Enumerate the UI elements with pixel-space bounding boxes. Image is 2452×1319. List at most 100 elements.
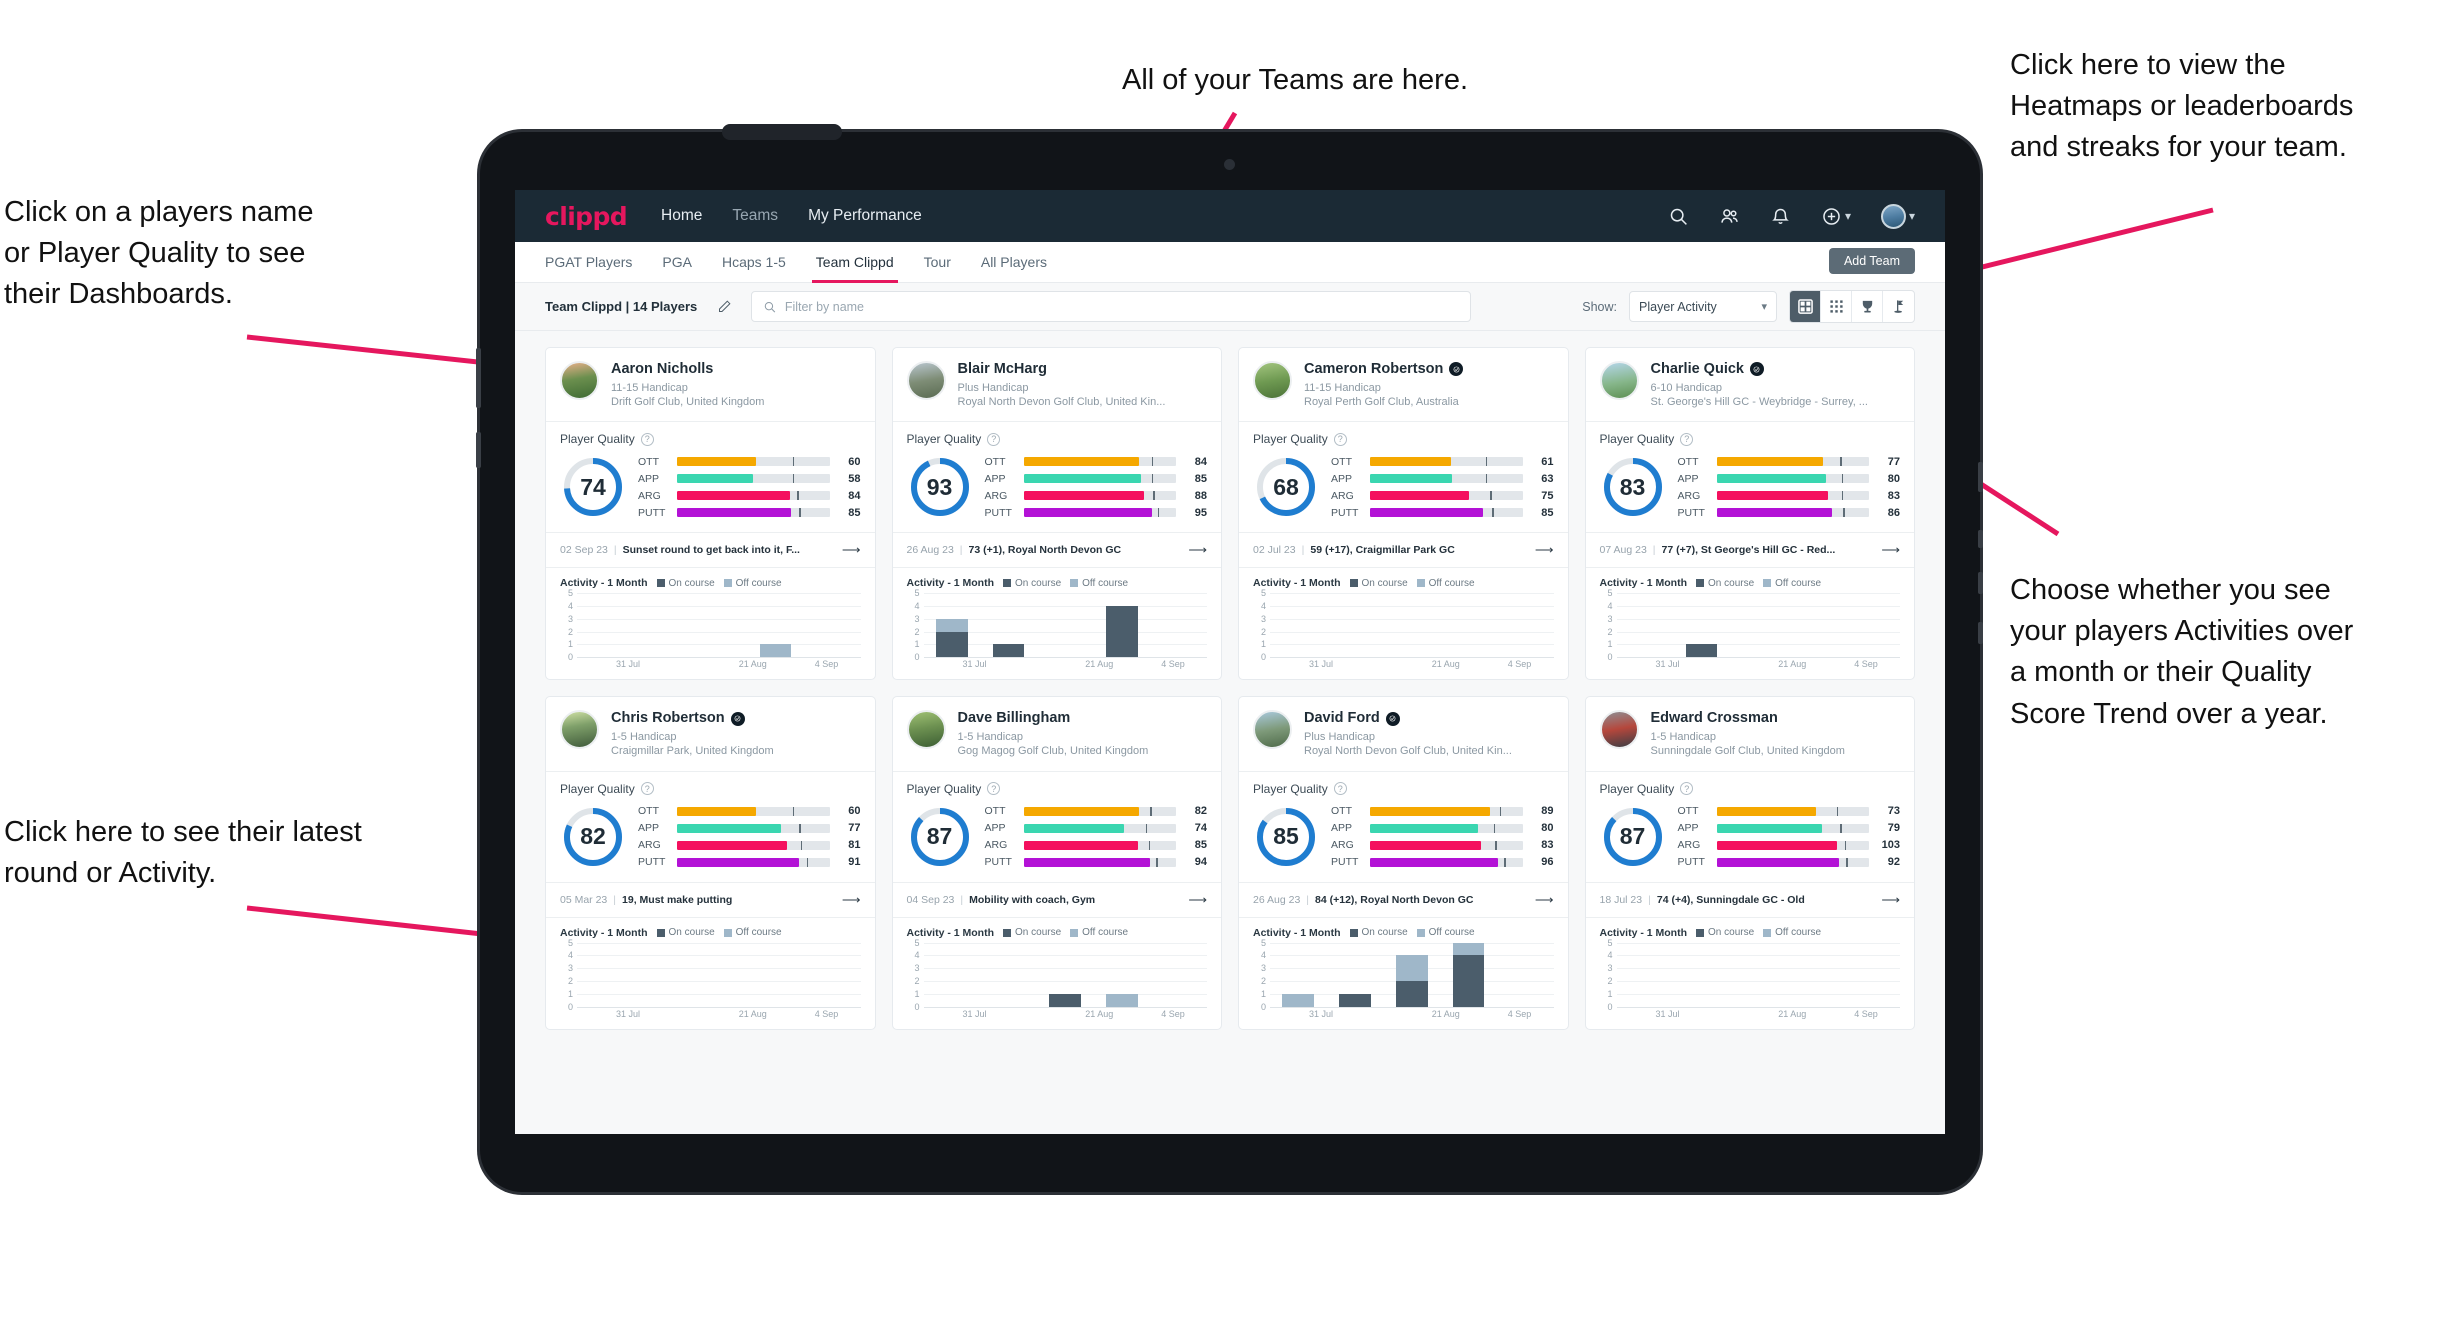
latest-round-row[interactable]: 26 Aug 23 | 84 (+12), Royal North Devon … [1239,881,1568,917]
tab-tour[interactable]: Tour [924,242,951,283]
user-menu[interactable]: ▾ [1880,203,1915,229]
quality-donut[interactable]: 68 [1253,454,1319,520]
player-name-row[interactable]: Cameron Robertson [1304,361,1554,378]
tab-pgat-players[interactable]: PGAT Players [545,242,632,283]
player-name-row[interactable]: Dave Billingham [958,710,1208,727]
nav-link-my-performance[interactable]: My Performance [808,207,922,225]
search-input[interactable] [784,299,1460,314]
plus-circle-icon[interactable] [1821,206,1842,227]
player-name[interactable]: Dave Billingham [958,710,1071,727]
player-avatar[interactable] [1599,361,1639,400]
volume-up-button[interactable] [476,348,481,408]
player-card[interactable]: Aaron Nicholls 11-15 Handicap Drift Golf… [545,347,876,681]
help-icon[interactable]: ? [1680,432,1694,446]
player-card[interactable]: Blair McHarg Plus Handicap Royal North D… [891,347,1222,681]
search-icon[interactable] [1668,206,1689,227]
player-avatar[interactable] [1253,361,1292,400]
player-name[interactable]: Chris Robertson [611,710,725,727]
player-avatar[interactable] [1253,710,1292,750]
player-card[interactable]: Cameron Robertson 11-15 Handicap Royal P… [1238,347,1569,681]
player-name[interactable]: Aaron Nicholls [611,361,713,378]
search-input-wrapper[interactable] [751,291,1472,322]
player-header[interactable]: Edward Crossman 1-5 Handicap Sunningdale… [1586,697,1915,770]
avatar[interactable] [1880,203,1906,229]
player-quality-section[interactable]: Player Quality ? 93 OTT 84 APP 85 ARG 88… [892,421,1221,532]
arrow-right-icon[interactable]: ⟶ [842,542,861,558]
volume-down-button[interactable] [476,432,481,468]
card-view-icon[interactable] [1790,291,1821,322]
player-quality-section[interactable]: Player Quality ? 85 OTT 89 APP 80 ARG 83… [1239,770,1568,882]
tab-all-players[interactable]: All Players [981,242,1047,283]
player-card[interactable]: Charlie Quick 6-10 Handicap St. George's… [1584,347,1915,681]
arrow-right-icon[interactable]: ⟶ [1535,892,1554,908]
people-icon[interactable] [1719,206,1740,227]
player-name-row[interactable]: Edward Crossman [1651,710,1901,727]
nav-link-home[interactable]: Home [661,207,702,225]
help-icon[interactable]: ? [1680,782,1694,796]
player-quality-section[interactable]: Player Quality ? 83 OTT 77 APP 80 ARG 83… [1585,421,1914,532]
player-header[interactable]: Cameron Robertson 11-15 Handicap Royal P… [1239,348,1568,421]
player-header[interactable]: Blair McHarg Plus Handicap Royal North D… [893,348,1222,421]
player-card[interactable]: Edward Crossman 1-5 Handicap Sunningdale… [1584,696,1915,1030]
quality-donut[interactable]: 87 [907,804,973,870]
trophy-icon[interactable] [1852,291,1883,322]
player-name-row[interactable]: Aaron Nicholls [611,361,861,378]
player-card[interactable]: David Ford Plus Handicap Royal North Dev… [1238,696,1569,1030]
arrow-right-icon[interactable]: ⟶ [842,892,861,908]
latest-round-row[interactable]: 26 Aug 23 | 73 (+1), Royal North Devon G… [892,532,1221,567]
bell-icon[interactable] [1770,206,1791,227]
pencil-icon[interactable] [709,292,739,322]
help-icon[interactable]: ? [1333,782,1347,796]
player-name-row[interactable]: Charlie Quick [1651,361,1901,378]
flag-icon[interactable] [1883,291,1914,322]
latest-round-row[interactable]: 05 Mar 23 | 19, Must make putting ⟶ [546,881,875,917]
show-select[interactable]: Player Activity ▾ [1629,291,1777,322]
player-avatar[interactable] [906,361,946,400]
player-card[interactable]: Chris Robertson 1-5 Handicap Craigmillar… [545,696,876,1030]
latest-round-row[interactable]: 18 Jul 23 | 74 (+4), Sunningdale GC - Ol… [1585,881,1914,917]
clippd-logo[interactable]: clippd [545,202,628,231]
player-quality-section[interactable]: Player Quality ? 68 OTT 61 APP 63 ARG 75… [1239,421,1568,532]
player-name[interactable]: Blair McHarg [958,361,1047,378]
player-avatar[interactable] [560,361,599,400]
quality-donut[interactable]: 87 [1600,804,1666,870]
player-name[interactable]: Edward Crossman [1651,710,1778,727]
player-quality-section[interactable]: Player Quality ? 82 OTT 60 APP 77 ARG 81… [546,770,875,882]
help-icon[interactable]: ? [987,432,1001,446]
player-quality-section[interactable]: Player Quality ? 87 OTT [892,770,1221,882]
player-header[interactable]: Charlie Quick 6-10 Handicap St. George's… [1586,348,1915,421]
quality-donut[interactable]: 82 [560,804,626,870]
player-avatar[interactable] [1599,710,1639,750]
tab-hcaps-1-5[interactable]: Hcaps 1-5 [722,242,786,283]
help-icon[interactable]: ? [1333,432,1347,446]
player-quality-section[interactable]: Player Quality ? 74 OTT 60 APP 58 ARG 84… [546,421,875,532]
player-name-row[interactable]: David Ford [1304,710,1554,727]
latest-round-row[interactable]: 02 Jul 23 | 59 (+17), Craigmillar Park G… [1239,532,1568,567]
player-avatar[interactable] [906,710,946,750]
arrow-right-icon[interactable]: ⟶ [1188,542,1207,558]
grid-view-icon[interactable] [1821,291,1852,322]
quality-donut[interactable]: 85 [1253,804,1319,870]
nav-link-teams[interactable]: Teams [732,207,778,225]
player-name[interactable]: David Ford [1304,710,1380,727]
arrow-right-icon[interactable]: ⟶ [1881,892,1900,908]
arrow-right-icon[interactable]: ⟶ [1188,892,1207,908]
player-header[interactable]: Dave Billingham 1-5 Handicap Gog Magog G… [893,697,1222,770]
arrow-right-icon[interactable]: ⟶ [1535,542,1554,558]
player-quality-section[interactable]: Player Quality ? 87 OTT [1585,770,1914,882]
latest-round-row[interactable]: 04 Sep 23 | Mobility with coach, Gym ⟶ [892,881,1221,917]
quality-donut[interactable]: 93 [907,454,973,520]
player-avatar[interactable] [560,710,599,750]
help-icon[interactable]: ? [640,432,654,446]
latest-round-row[interactable]: 07 Aug 23 | 77 (+7), St George's Hill GC… [1585,532,1914,567]
latest-round-row[interactable]: 02 Sep 23 | Sunset round to get back int… [546,532,875,567]
player-name[interactable]: Charlie Quick [1651,361,1744,378]
player-header[interactable]: Chris Robertson 1-5 Handicap Craigmillar… [546,697,875,770]
player-card[interactable]: Dave Billingham 1-5 Handicap Gog Magog G… [891,696,1222,1030]
arrow-right-icon[interactable]: ⟶ [1881,542,1900,558]
quality-donut[interactable]: 74 [560,454,626,520]
player-name[interactable]: Cameron Robertson [1304,361,1443,378]
tab-pga[interactable]: PGA [662,242,692,283]
player-header[interactable]: Aaron Nicholls 11-15 Handicap Drift Golf… [546,348,875,421]
player-header[interactable]: David Ford Plus Handicap Royal North Dev… [1239,697,1568,770]
